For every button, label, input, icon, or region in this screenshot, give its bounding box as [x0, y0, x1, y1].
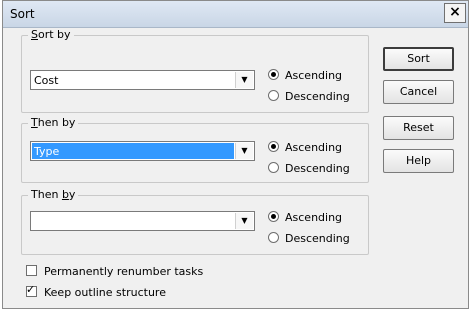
sort-by-group: Sort by Cost ▼ Ascending Descending	[21, 28, 369, 113]
chevron-down-icon[interactable]: ▼	[235, 72, 253, 88]
then-by-2-descending-radio[interactable]: Descending	[268, 232, 350, 246]
then-by-1-ascending-label: Ascending	[285, 141, 343, 154]
sort-button-label: Sort	[407, 52, 430, 65]
sort-dialog: Sort × Sort by Cost ▼ Ascending Descendi…	[2, 0, 469, 309]
keep-outline-checkbox[interactable]: Keep outline structure	[26, 283, 166, 300]
renumber-tasks-label: Permanently renumber tasks	[44, 265, 204, 278]
then-by-1-label: Then by	[28, 116, 79, 129]
reset-button-label: Reset	[403, 121, 434, 134]
checkbox-icon	[26, 265, 37, 276]
radio-button-icon	[268, 211, 279, 222]
then-by-1-descending-label: Descending	[285, 162, 350, 175]
then-by-group-2: Then by ▼ Ascending Descending	[21, 188, 369, 255]
sort-by-descending-radio[interactable]: Descending	[268, 90, 350, 104]
then-by-2-combobox[interactable]: ▼	[30, 211, 255, 231]
then-by-2-ascending-label: Ascending	[285, 211, 343, 224]
then-by-1-ascending-radio[interactable]: Ascending	[268, 141, 342, 155]
close-icon: ×	[449, 4, 461, 20]
then-by-2-ascending-radio[interactable]: Ascending	[268, 211, 342, 225]
then-by-2-descending-label: Descending	[285, 232, 350, 245]
radio-button-icon	[268, 90, 279, 101]
sort-button[interactable]: Sort	[383, 47, 454, 71]
chevron-down-icon[interactable]: ▼	[235, 143, 253, 159]
selection-highlight	[32, 143, 234, 159]
then-by-group-1: Then by Type ▼ Ascending Descending	[21, 116, 369, 183]
then-by-1-combobox[interactable]: Type ▼	[30, 141, 255, 161]
keep-outline-label: Keep outline structure	[44, 286, 166, 299]
sort-by-combobox[interactable]: Cost ▼	[30, 70, 255, 90]
then-by-2-label: Then by	[28, 188, 79, 201]
help-button[interactable]: Help	[383, 149, 454, 173]
checkmark-icon	[26, 283, 37, 297]
reset-button[interactable]: Reset	[383, 116, 454, 140]
then-by-1-descending-radio[interactable]: Descending	[268, 162, 350, 176]
sort-by-label: Sort by	[28, 28, 74, 41]
cancel-button-label: Cancel	[399, 85, 438, 98]
then-by-1-value: Type	[34, 145, 60, 158]
renumber-tasks-checkbox[interactable]: Permanently renumber tasks	[26, 265, 203, 279]
title-bar: Sort ×	[3, 1, 468, 28]
radio-button-icon	[268, 162, 279, 173]
help-button-label: Help	[405, 154, 432, 167]
sort-by-descending-label: Descending	[285, 90, 350, 103]
sort-by-ascending-radio[interactable]: Ascending	[268, 69, 342, 83]
cancel-button[interactable]: Cancel	[383, 80, 454, 104]
radio-button-icon	[268, 232, 279, 243]
sort-by-ascending-label: Ascending	[285, 69, 343, 82]
radio-button-icon	[268, 69, 279, 80]
radio-button-icon	[268, 141, 279, 152]
chevron-down-icon[interactable]: ▼	[235, 213, 253, 229]
close-button[interactable]: ×	[444, 3, 466, 23]
sort-by-value: Cost	[34, 74, 59, 87]
dialog-title: Sort	[10, 7, 35, 21]
